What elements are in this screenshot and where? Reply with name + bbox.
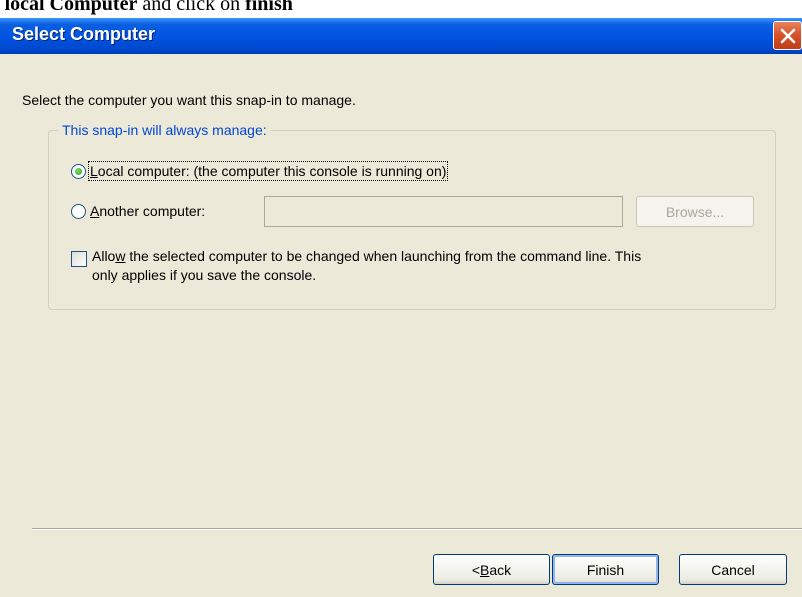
caption-middle: and click on <box>137 0 246 15</box>
local-computer-radio[interactable] <box>71 164 86 179</box>
allow-change-label-line1[interactable]: Allow the selected computer to be change… <box>92 248 641 264</box>
local-computer-label[interactable]: Local computer: (the computer this conso… <box>87 161 449 181</box>
another-computer-input[interactable] <box>264 196 623 227</box>
allow-pre: Allo <box>92 248 116 264</box>
another-computer-label[interactable]: Another computer: <box>90 203 205 219</box>
back-rest: ack <box>489 561 512 578</box>
close-button[interactable] <box>773 21 802 50</box>
caption-bold-finish: finish <box>245 0 293 15</box>
close-x-icon <box>780 28 796 44</box>
another-mnemonic: A <box>90 203 100 219</box>
window-title: Select Computer <box>12 24 156 44</box>
allow-mnemonic: w <box>115 248 126 264</box>
caption-text: t local Computer and click on finish <box>0 0 293 16</box>
instruction-text: Select the computer you want this snap-i… <box>22 92 356 108</box>
back-button[interactable]: < Back <box>433 554 550 585</box>
allow-change-label-line2[interactable]: only applies if you save the console. <box>92 267 316 283</box>
cancel-button[interactable]: Cancel <box>679 554 787 585</box>
local-mnemonic: L <box>90 163 98 179</box>
allow-rest: the selected computer to be changed when… <box>125 248 642 264</box>
another-label-rest: nother computer: <box>99 203 206 219</box>
browse-button[interactable]: Browse... <box>636 196 754 227</box>
another-computer-radio[interactable] <box>71 204 86 219</box>
back-mnemonic: B <box>480 561 490 578</box>
back-prefix: < <box>471 561 481 578</box>
radio-selected-dot <box>75 168 82 175</box>
document-caption: t local Computer and click on finish <box>0 0 802 18</box>
title-bar[interactable]: Select Computer <box>0 18 802 54</box>
groupbox-legend: This snap-in will always manage: <box>58 122 271 138</box>
button-area-divider <box>32 528 802 530</box>
finish-button[interactable]: Finish <box>552 554 659 585</box>
local-label-rest: ocal computer: (the computer this consol… <box>97 163 447 179</box>
select-computer-dialog: Select Computer Select the computer you … <box>0 18 802 597</box>
caption-bold-local-computer: local Computer <box>4 0 138 15</box>
allow-change-checkbox[interactable] <box>71 251 87 267</box>
